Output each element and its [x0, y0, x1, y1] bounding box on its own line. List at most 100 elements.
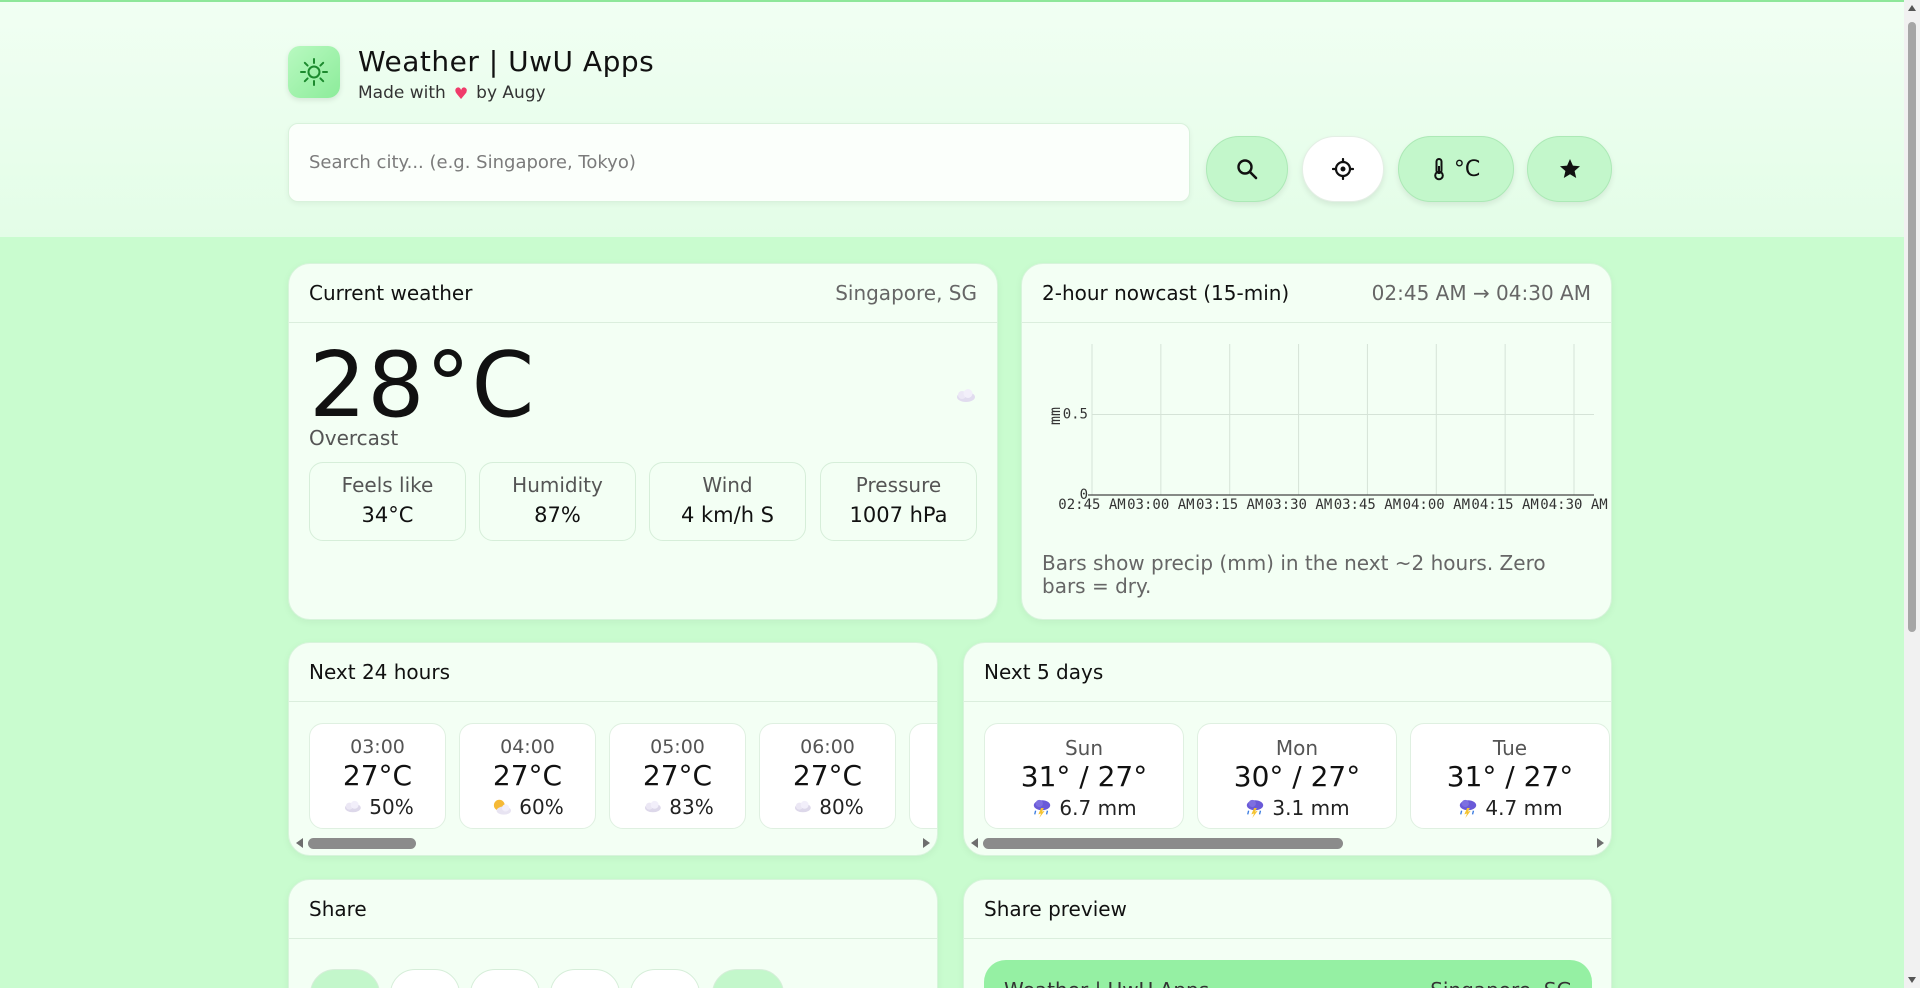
search-button[interactable] — [1206, 136, 1288, 202]
chart-xtick-label: 02:45 AM — [1058, 497, 1125, 513]
scrollbar-thumb[interactable] — [983, 838, 1343, 849]
sun-cloud-icon — [494, 799, 512, 815]
hourly-scrollbar[interactable] — [294, 835, 932, 849]
share-preview-banner: Weather | UwU Apps Singapore, SG — [984, 960, 1592, 988]
unit-toggle-button[interactable]: °C — [1398, 136, 1514, 202]
card-title: Next 5 days — [984, 660, 1104, 684]
cloud-icon — [345, 800, 362, 813]
hour-temp: 27°C — [342, 759, 413, 792]
day-precip: 3.1 mm — [1198, 796, 1396, 820]
app-title: Weather | UwU Apps — [358, 45, 655, 78]
chart-ylabel: mm — [1046, 407, 1064, 425]
day-rain: 4.7 mm — [1485, 796, 1563, 820]
stat-feels-like: Feels like 34°C — [309, 462, 466, 541]
current-temperature: 28°C — [309, 333, 536, 438]
hour-pop: 83% — [669, 795, 714, 819]
favorite-button[interactable] — [1527, 136, 1612, 202]
search-box — [288, 123, 1190, 202]
hour-pop: 60% — [519, 795, 564, 819]
stat-wind: Wind 4 km/h S — [649, 462, 806, 541]
hour-precip: 50% — [310, 795, 445, 819]
stat-label: Feels like — [341, 473, 434, 497]
chart-xtick-label: 04:15 AM — [1471, 497, 1538, 513]
app-subtitle: Made with ♥ by Augy — [358, 83, 654, 103]
hourly-scroll-row[interactable]: 03:00 27°C 50% 04:00 27°C 60% 05:00 27°C… — [309, 723, 937, 829]
cloud-icon — [645, 800, 662, 813]
stat-value: 34°C — [361, 503, 414, 527]
share-card: Share — [288, 879, 938, 988]
chart-xtick-label: 03:00 AM — [1127, 497, 1194, 513]
stat-pressure: Pressure 1007 hPa — [820, 462, 977, 541]
hour-time: 06:00 — [800, 736, 855, 758]
day-temp: 31° / 27° — [1020, 760, 1148, 793]
chart-xtick-label: 04:00 AM — [1403, 497, 1470, 513]
nowcast-range: 02:45 AM → 04:30 AM — [1371, 281, 1591, 305]
hour-time: 04:00 — [500, 736, 555, 758]
scroll-left-arrow[interactable] — [296, 838, 303, 848]
day-card: Tue 31° / 27° 4.7 mm — [1410, 723, 1610, 829]
cloud-icon — [795, 800, 812, 813]
hour-precip: 60% — [460, 795, 595, 819]
day-rain: 3.1 mm — [1272, 796, 1350, 820]
scroll-right-arrow[interactable] — [923, 838, 930, 848]
day-rain: 6.7 mm — [1059, 796, 1137, 820]
page-scrollbar[interactable] — [1904, 0, 1920, 988]
scroll-left-arrow[interactable] — [971, 838, 978, 848]
scroll-down-arrow[interactable] — [1908, 977, 1916, 983]
hour-card-partial — [909, 723, 937, 829]
hour-precip: 80% — [760, 795, 895, 819]
stat-label: Humidity — [512, 473, 603, 497]
nowcast-chart: 00.502:45 AM 03:00 AM 03:15 AM 03:30 AM 03:4… — [1046, 344, 1608, 513]
day-temp: 30° / 27° — [1233, 760, 1361, 793]
stat-label: Pressure — [855, 473, 942, 497]
unit-label: °C — [1453, 156, 1481, 182]
preview-location: Singapore, SG — [1430, 978, 1572, 988]
day-name: Sun — [1064, 736, 1104, 760]
chart-xtick-label: 03:15 AM — [1196, 497, 1263, 513]
day-name: Mon — [1275, 736, 1319, 760]
day-name: Tue — [1492, 736, 1528, 760]
hour-card: 05:00 27°C 83% — [609, 723, 746, 829]
scroll-right-arrow[interactable] — [1597, 838, 1604, 848]
heart-icon: ♥ — [453, 83, 469, 103]
hour-time: 05:00 — [650, 736, 705, 758]
hour-precip: 83% — [610, 795, 745, 819]
locate-button[interactable] — [1302, 136, 1384, 202]
brand: Weather | UwU Apps Made with ♥ by Augy — [288, 46, 654, 103]
star-icon — [1559, 159, 1580, 178]
hour-temp: 27°C — [642, 759, 713, 792]
subtitle-suffix: by Augy — [476, 83, 546, 103]
chart-ytick-label: 0.5 — [1063, 407, 1088, 423]
chart-xtick-label: 03:30 AM — [1265, 497, 1332, 513]
nowcast-note: Bars show precip (mm) in the next ~2 hou… — [1042, 551, 1546, 598]
day-precip: 4.7 mm — [1411, 796, 1609, 820]
search-icon — [1237, 159, 1258, 180]
crosshair-icon — [1332, 158, 1354, 180]
chart-xtick-label: 03:45 AM — [1334, 497, 1401, 513]
day-temp: 31° / 27° — [1446, 760, 1574, 793]
scroll-up-arrow[interactable] — [1908, 5, 1916, 11]
thunderstorm-icon — [1247, 799, 1264, 818]
scrollbar-thumb[interactable] — [308, 838, 416, 849]
hour-card: 06:00 27°C 80% — [759, 723, 896, 829]
page-scrollbar-thumb[interactable] — [1908, 22, 1916, 632]
stat-value: 1007 hPa — [849, 503, 948, 527]
card-title: Share preview — [984, 897, 1127, 921]
preview-app-title: Weather | UwU Apps — [1004, 978, 1209, 988]
subtitle-prefix: Made with — [358, 83, 446, 103]
day-precip: 6.7 mm — [985, 796, 1183, 820]
hour-temp: 27°C — [492, 759, 563, 792]
hourly-card: Next 24 hours 03:00 27°C 50% 04:00 27°C … — [288, 642, 938, 856]
stat-value: 4 km/h S — [680, 503, 775, 527]
daily-scrollbar[interactable] — [969, 835, 1606, 849]
search-input[interactable] — [289, 124, 1189, 201]
nowcast-card: 2-hour nowcast (15-min) 02:45 AM → 04:30… — [1021, 263, 1612, 620]
day-card: Mon 30° / 27° 3.1 mm — [1197, 723, 1397, 829]
card-title: Next 24 hours — [309, 660, 450, 684]
thermometer-icon — [1434, 158, 1444, 181]
hour-pop: 80% — [819, 795, 864, 819]
hour-pop: 50% — [369, 795, 414, 819]
chart-xtick-label: 04:30 AM — [1540, 497, 1607, 513]
daily-scroll-row[interactable]: Sun 31° / 27° 6.7 mm Mon 30° / 27° 3.1 m… — [984, 723, 1610, 829]
current-weather-card: Current weather Singapore, SG 28°C Overc… — [288, 263, 998, 620]
